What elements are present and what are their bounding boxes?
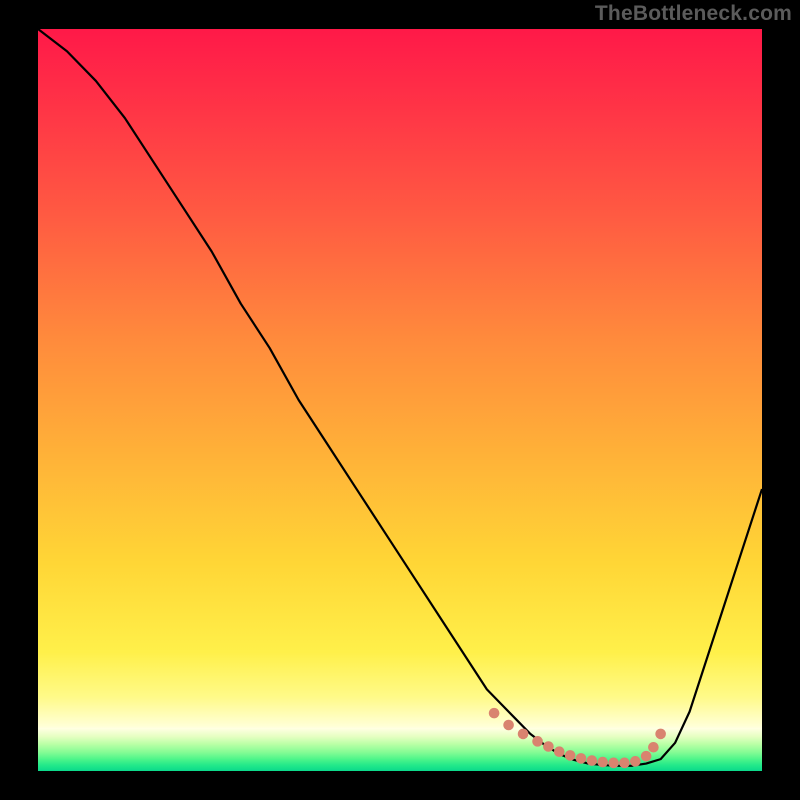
marker-dot xyxy=(597,757,608,768)
marker-dot xyxy=(489,708,500,719)
chart-frame: TheBottleneck.com xyxy=(0,0,800,800)
marker-dot xyxy=(503,720,514,731)
curve-layer xyxy=(38,29,762,771)
plot-area xyxy=(38,29,762,771)
marker-dot xyxy=(608,758,619,769)
marker-dot xyxy=(619,758,630,769)
marker-dot xyxy=(641,751,652,762)
marker-dot xyxy=(630,756,641,767)
marker-dot xyxy=(655,729,666,740)
marker-dot xyxy=(518,729,529,740)
marker-dot xyxy=(565,750,576,761)
marker-dot xyxy=(576,753,587,764)
bottleneck-curve-path xyxy=(38,29,762,766)
marker-dot xyxy=(532,736,543,747)
marker-dot xyxy=(543,741,554,752)
watermark-text: TheBottleneck.com xyxy=(595,2,792,26)
marker-dot xyxy=(587,755,598,766)
marker-dot xyxy=(554,746,565,757)
low-zone-dots xyxy=(489,708,666,768)
marker-dot xyxy=(648,742,659,753)
bottleneck-curve xyxy=(38,29,762,766)
